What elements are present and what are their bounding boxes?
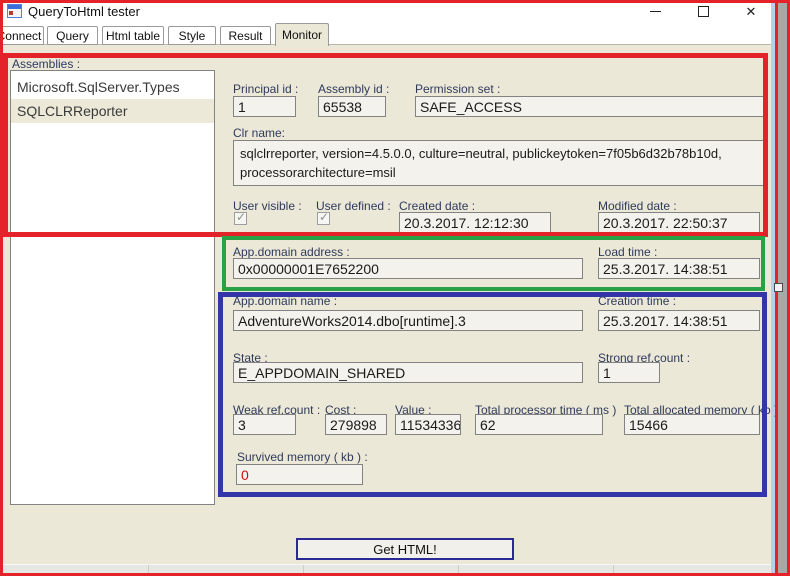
window-title: QueryToHtml tester [28,4,140,19]
assembly-id-label: Assembly id : [318,82,390,96]
app-icon-dot [9,11,13,15]
total-processor-time-value: 62 [480,417,496,433]
clr-name-value: sqlclrreporter, version=4.5.0.0, culture… [240,146,722,180]
modified-date-value: 20.3.2017. 22:50:37 [603,215,728,231]
assemblies-label: Assemblies : [12,57,81,71]
appdomain-address-value: 0x00000001E7652200 [238,261,379,277]
close-icon: ✕ [745,3,757,19]
appdomain-address-label: App.domain address : [233,245,350,259]
status-bar-separator [458,565,459,575]
tab-result[interactable]: Result [220,26,271,45]
state-field[interactable]: E_APPDOMAIN_SHARED [233,362,583,383]
close-button[interactable]: ✕ [736,0,766,22]
clr-name-label: Clr name: [233,126,286,140]
value-value: 11534336 [400,417,461,433]
cost-field[interactable]: 279898 [325,414,387,435]
cost-value: 279898 [330,417,377,433]
tab-style[interactable]: Style [168,26,216,45]
permission-set-label: Permission set : [415,82,501,96]
strong-ref-count-field[interactable]: 1 [598,362,660,383]
tab-connect-label: Connect [0,28,42,43]
status-bar-separator [148,565,149,575]
permission-set-value: SAFE_ACCESS [420,99,522,115]
app-icon [7,4,22,18]
total-processor-time-field[interactable]: 62 [475,414,603,435]
total-allocated-memory-value: 15466 [629,417,668,433]
assemblies-listbox[interactable]: Microsoft.SqlServer.Types SQLCLRReporter [10,70,215,505]
weak-ref-count-field[interactable]: 3 [233,414,296,435]
survived-memory-field[interactable]: 0 [236,464,363,485]
appdomain-name-label: App.domain name : [233,294,338,308]
value-field[interactable]: 11534336 [395,414,461,435]
creation-time-field[interactable]: 25.3.2017. 14:38:51 [598,310,760,331]
minimize-button[interactable] [640,0,670,22]
tab-html-table-label: Html table [105,28,161,43]
minimize-icon [649,10,661,12]
total-allocated-memory-field[interactable]: 15466 [624,414,760,435]
user-visible-checkbox[interactable]: ✓ [234,210,247,225]
principal-id-label: Principal id : [233,82,299,96]
app-window: QueryToHtml tester ✕ Connect Query Html … [0,0,790,576]
principal-id-field[interactable]: 1 [233,96,296,117]
state-value: E_APPDOMAIN_SHARED [238,365,406,381]
assembly-id-field[interactable]: 65538 [318,96,386,117]
app-icon-titlebar [8,5,21,9]
list-item[interactable]: SQLCLRReporter [11,99,214,123]
status-bar [0,564,771,575]
modified-date-label: Modified date : [598,199,677,213]
load-time-value: 25.3.2017. 14:38:51 [603,261,728,277]
tab-style-label: Style [178,28,206,43]
tab-monitor[interactable]: Monitor [275,23,329,46]
load-time-field[interactable]: 25.3.2017. 14:38:51 [598,258,760,279]
tab-result-label: Result [228,28,263,43]
status-bar-separator [303,565,304,575]
created-date-value: 20.3.2017. 12:12:30 [404,215,529,231]
list-item[interactable]: Microsoft.SqlServer.Types [11,75,214,99]
creation-time-label: Creation time : [598,294,677,308]
strong-ref-count-value: 1 [603,365,611,381]
weak-ref-count-value: 3 [238,417,246,433]
title-bar: QueryToHtml tester ✕ [0,0,771,22]
created-date-field[interactable]: 20.3.2017. 12:12:30 [399,212,551,233]
modified-date-field[interactable]: 20.3.2017. 22:50:37 [598,212,760,233]
appdomain-address-field[interactable]: 0x00000001E7652200 [233,258,583,279]
tab-html-table[interactable]: Html table [102,26,164,45]
tab-query-label: Query [56,28,89,43]
appdomain-name-field[interactable]: AdventureWorks2014.dbo[runtime].3 [233,310,583,331]
survived-memory-label: Survived memory ( kb ) : [237,450,368,464]
principal-id-value: 1 [238,99,246,115]
checkmark-icon: ✓ [236,210,247,224]
checkmark-icon: ✓ [319,210,330,224]
status-bar-separator [613,565,614,575]
load-time-label: Load time : [598,245,658,259]
creation-time-value: 25.3.2017. 14:38:51 [603,313,728,329]
maximize-button[interactable] [688,0,718,22]
tab-query[interactable]: Query [47,26,98,45]
get-html-button[interactable]: Get HTML! [296,538,514,560]
appdomain-name-value: AdventureWorks2014.dbo[runtime].3 [238,313,466,329]
tab-monitor-label: Monitor [281,28,322,42]
created-date-label: Created date : [399,199,476,213]
survived-memory-value: 0 [241,467,249,483]
clr-name-field[interactable]: sqlclrreporter, version=4.5.0.0, culture… [233,140,765,186]
maximize-icon [697,5,709,17]
permission-set-field[interactable]: SAFE_ACCESS [415,96,765,117]
get-html-button-label: Get HTML! [373,541,437,557]
assembly-id-value: 65538 [323,99,362,115]
desktop-strip [776,0,790,576]
tab-connect[interactable]: Connect [0,26,44,45]
user-defined-checkbox[interactable]: ✓ [317,210,330,225]
